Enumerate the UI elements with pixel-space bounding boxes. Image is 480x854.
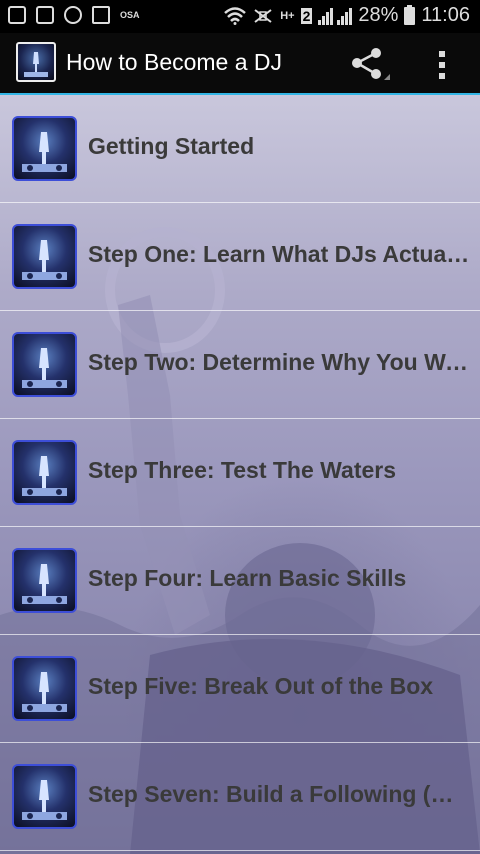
dj-figure-icon	[24, 47, 48, 77]
list-item[interactable]: Step Five: Break Out of the Box	[0, 635, 480, 743]
list-item-label: Step One: Learn What DJs Actuall...	[88, 241, 470, 267]
action-bar: How to Become a DJ	[0, 33, 480, 95]
battery-percent: 28%	[358, 4, 399, 26]
dj-thumbnail-icon	[12, 332, 77, 397]
dj-thumbnail-icon	[12, 548, 77, 613]
list-item-label: Step Seven: Build a Following (Br...	[88, 781, 470, 807]
app-icon[interactable]	[16, 42, 56, 82]
list-item[interactable]: Getting Started	[0, 95, 480, 203]
dj-thumbnail-icon	[12, 224, 77, 289]
dj-thumbnail-icon	[12, 440, 77, 505]
list-item-label: Getting Started	[88, 133, 255, 159]
list-item-label: Step Three: Test The Waters	[88, 457, 397, 483]
signal-icon	[318, 7, 353, 25]
sim-slot-badge: 2	[300, 7, 313, 24]
share-icon	[352, 48, 390, 80]
mute-icon	[254, 8, 272, 23]
wifi-icon	[224, 6, 247, 25]
list-item[interactable]: Step Three: Test The Waters	[0, 419, 480, 527]
list-item-label: Step Five: Break Out of the Box	[88, 673, 434, 699]
system-icons: H+ 2 28% 11:06	[224, 4, 470, 27]
list-item-label: Step Two: Determine Why You Wa...	[88, 349, 470, 375]
doc-icon	[36, 6, 54, 24]
messenger-icon	[64, 6, 82, 24]
content-area: Getting Started Step One: Learn What DJs…	[0, 95, 480, 854]
battery-icon	[404, 4, 416, 25]
list-item[interactable]: Step One: Learn What DJs Actuall...	[0, 203, 480, 311]
list-item[interactable]: Step Seven: Build a Following (Br...	[0, 743, 480, 851]
list-item-label: Step Four: Learn Basic Skills	[88, 565, 407, 591]
osa-label: OSA	[120, 10, 140, 20]
image-icon	[92, 6, 110, 24]
overflow-menu-icon	[439, 51, 445, 84]
dj-thumbnail-icon	[12, 656, 77, 721]
dj-thumbnail-icon	[12, 116, 77, 181]
status-bar: OSA H+ 2 28% 11:06	[0, 0, 480, 33]
dj-thumbnail-icon	[12, 764, 77, 829]
list-item[interactable]: Step Two: Determine Why You Wa...	[0, 311, 480, 419]
overflow-menu-button[interactable]	[428, 47, 456, 83]
list-item[interactable]: Step Four: Learn Basic Skills	[0, 527, 480, 635]
notification-icons: OSA	[8, 6, 140, 24]
share-button[interactable]	[350, 47, 390, 83]
chapter-list: Getting Started Step One: Learn What DJs…	[0, 95, 480, 851]
bbm-icon	[8, 6, 26, 24]
clock: 11:06	[421, 4, 470, 26]
page-title: How to Become a DJ	[66, 49, 283, 75]
network-type: H+	[280, 9, 295, 22]
